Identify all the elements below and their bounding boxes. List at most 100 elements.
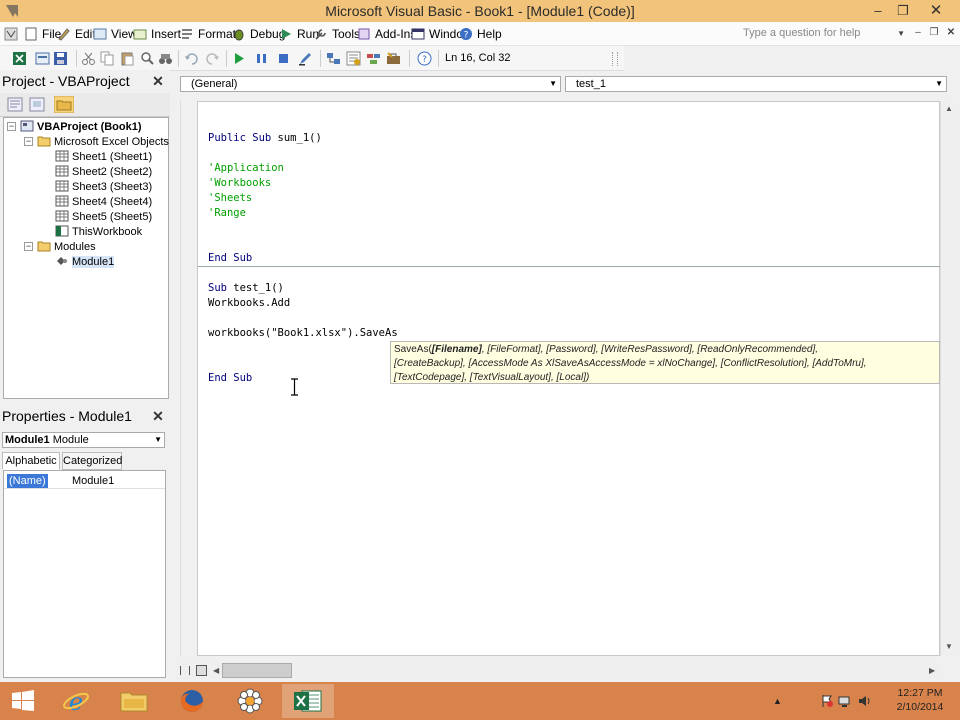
- scroll-down-icon[interactable]: ▼: [945, 642, 953, 651]
- scroll-right-icon[interactable]: ▶: [929, 666, 935, 675]
- menu-file[interactable]: File: [24, 26, 61, 42]
- collapse-modules-icon[interactable]: −: [24, 242, 33, 251]
- code-comment-application[interactable]: 'Application: [208, 161, 284, 176]
- properties-object-select[interactable]: Module1 Module ▼: [2, 432, 165, 448]
- project-panel-close-button[interactable]: ✕: [150, 73, 166, 89]
- help-menu-icon: ?: [460, 28, 472, 41]
- code-line-saveas[interactable]: workbooks("Book1.xlsx").SaveAs: [208, 326, 398, 341]
- chevron-down-icon[interactable]: ▼: [154, 433, 162, 447]
- restore-button[interactable]: ❐: [891, 1, 915, 20]
- scroll-left-icon[interactable]: ◀: [213, 666, 219, 675]
- action-center-flag-icon[interactable]: [820, 694, 834, 708]
- minimize-button[interactable]: –: [866, 1, 890, 20]
- paste-icon[interactable]: [120, 51, 135, 66]
- mdi-close-button[interactable]: ✕: [944, 26, 958, 40]
- taskbar-app-flower[interactable]: [224, 684, 276, 718]
- insert-module-icon[interactable]: [35, 51, 50, 66]
- collapse-vbaproject-icon[interactable]: −: [7, 122, 16, 131]
- view-excel-icon[interactable]: [12, 51, 27, 66]
- break-icon[interactable]: [254, 51, 269, 66]
- menu-edit[interactable]: Edit: [57, 26, 96, 42]
- network-icon[interactable]: [838, 694, 852, 708]
- horizontal-scroll-thumb[interactable]: [222, 663, 292, 678]
- close-window-button[interactable]: ✕: [924, 1, 948, 20]
- run-sub-icon[interactable]: [232, 51, 247, 66]
- properties-window-icon[interactable]: [346, 51, 361, 66]
- property-row-name[interactable]: (Name) Module1: [4, 474, 165, 489]
- tab-categorized[interactable]: Categorized: [62, 452, 122, 470]
- chevron-down-icon[interactable]: ▼: [897, 25, 905, 42]
- tree-folder-excel-objects[interactable]: Microsoft Excel Objects: [37, 135, 169, 149]
- toolbox-icon[interactable]: [386, 51, 401, 66]
- object-combo[interactable]: (General) ▼: [180, 76, 561, 92]
- find-icon[interactable]: [140, 51, 155, 66]
- tree-module1[interactable]: Module1: [55, 255, 115, 269]
- scroll-up-icon[interactable]: ▲: [945, 104, 953, 113]
- tree-sheet-4[interactable]: Sheet4 (Sheet4): [55, 195, 152, 209]
- chevron-down-icon[interactable]: ▼: [549, 77, 557, 91]
- view-object-icon[interactable]: [29, 97, 45, 112]
- menu-tools[interactable]: Tools: [314, 26, 360, 42]
- procedure-view-icon[interactable]: [180, 666, 190, 675]
- tree-sheet-1[interactable]: Sheet1 (Sheet1): [55, 150, 152, 164]
- full-module-view-icon[interactable]: [196, 665, 207, 676]
- undo-icon[interactable]: [184, 51, 199, 66]
- menu-add-ins[interactable]: Add-Ins: [357, 26, 416, 42]
- properties-panel-close-button[interactable]: ✕: [150, 408, 166, 424]
- copy-icon[interactable]: [100, 51, 115, 66]
- vertical-scrollbar[interactable]: ▲ ▼: [940, 101, 957, 656]
- code-line-end-sub-1[interactable]: End Sub: [208, 251, 252, 266]
- view-code-icon[interactable]: [7, 97, 23, 112]
- taskbar-excel[interactable]: [282, 684, 334, 718]
- code-comment-range[interactable]: 'Range: [208, 206, 246, 221]
- reset-icon[interactable]: [276, 51, 291, 66]
- show-hidden-icons-icon[interactable]: ▲: [773, 696, 782, 706]
- toggle-folders-icon[interactable]: [54, 96, 74, 113]
- windows-start-icon[interactable]: [11, 690, 35, 712]
- object-browser-icon[interactable]: [366, 51, 381, 66]
- cut-icon[interactable]: [81, 51, 96, 66]
- taskbar-firefox[interactable]: [166, 684, 218, 718]
- menu-debug[interactable]: Debug: [232, 26, 285, 42]
- save-icon[interactable]: [53, 51, 68, 66]
- code-comment-sheets[interactable]: 'Sheets: [208, 191, 252, 206]
- code-line-end-sub-2[interactable]: End Sub: [208, 371, 252, 386]
- redo-icon[interactable]: [205, 51, 220, 66]
- code-margin-indicator-bar[interactable]: [180, 101, 197, 656]
- taskbar-ie[interactable]: e: [50, 684, 102, 718]
- design-mode-icon[interactable]: [298, 51, 313, 66]
- tree-sheet-2[interactable]: Sheet2 (Sheet2): [55, 165, 152, 179]
- help-toolbar-icon[interactable]: ?: [417, 51, 432, 66]
- procedure-combo[interactable]: test_1 ▼: [565, 76, 947, 92]
- mdi-minimize-button[interactable]: –: [911, 26, 925, 40]
- tree-sheet-5[interactable]: Sheet5 (Sheet5): [55, 210, 152, 224]
- chevron-down-icon[interactable]: ▼: [935, 77, 943, 91]
- tree-folder-modules[interactable]: Modules: [37, 240, 96, 254]
- binoculars-icon[interactable]: [158, 51, 173, 66]
- volume-icon[interactable]: [858, 694, 872, 708]
- menu-help[interactable]: ? Help: [459, 26, 502, 42]
- code-line-sub-sum[interactable]: Public Sub sum_1(): [208, 131, 322, 146]
- tree-vbaproject[interactable]: VBAProject (Book1): [20, 120, 142, 134]
- tab-alphabetic[interactable]: Alphabetic: [2, 452, 60, 470]
- code-line-sub-test[interactable]: Sub test_1(): [208, 281, 284, 296]
- taskbar-clock[interactable]: 12:27 PM 2/10/2014: [880, 686, 960, 714]
- taskbar-file-explorer[interactable]: [108, 684, 160, 718]
- menu-run[interactable]: Run: [279, 26, 319, 42]
- code-line-workbooks-add[interactable]: Workbooks.Add: [208, 296, 290, 311]
- toolbar-grip[interactable]: [612, 52, 618, 66]
- collapse-excel-objects-icon[interactable]: −: [24, 137, 33, 146]
- menu-insert[interactable]: Insert: [133, 26, 181, 42]
- menu-format[interactable]: Format: [180, 26, 236, 42]
- help-question-box[interactable]: Type a question for help ▼: [740, 25, 905, 42]
- code-comment-workbooks[interactable]: 'Workbooks: [208, 176, 271, 191]
- property-value[interactable]: Module1: [72, 474, 114, 489]
- project-explorer-icon[interactable]: [326, 51, 341, 66]
- system-tray: ▲: [770, 694, 880, 710]
- tree-sheet-3[interactable]: Sheet3 (Sheet3): [55, 180, 152, 194]
- mdi-restore-button[interactable]: ❐: [927, 26, 941, 40]
- worksheet-icon: [55, 180, 69, 192]
- run-menu-icon: [282, 29, 291, 39]
- menu-view[interactable]: View: [93, 26, 137, 42]
- tree-thisworkbook[interactable]: ThisWorkbook: [55, 225, 142, 239]
